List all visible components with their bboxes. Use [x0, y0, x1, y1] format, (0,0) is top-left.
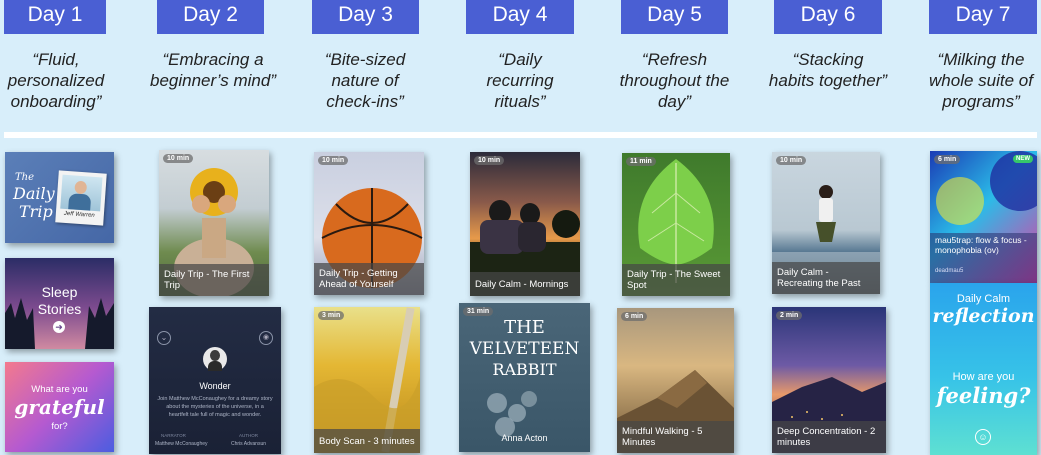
- day-6-quote: “Stacking habits together”: [768, 50, 888, 90]
- card-caption: Mindful Walking - 5 Minutes: [617, 421, 734, 453]
- deep-concentration-card[interactable]: 2 min Deep Concentration - 2 minutes: [772, 307, 886, 453]
- book-title-1: THE: [504, 317, 545, 338]
- day-2-quote: “Embracing a beginner’s mind”: [150, 50, 276, 90]
- feeling-line1: How are you: [952, 371, 1015, 383]
- duration-badge: 3 min: [318, 311, 345, 320]
- book-title-2: VELVETEEN: [469, 339, 580, 359]
- card-caption: Daily Calm - Mornings: [470, 272, 580, 296]
- wonder-title: Wonder: [199, 381, 231, 391]
- card-caption: Body Scan - 3 minutes: [314, 429, 420, 453]
- grateful-line1: What are you: [31, 384, 88, 395]
- reflection-feeling-card[interactable]: Daily Calm reflection How are you feelin…: [930, 283, 1037, 455]
- narrator-name: Matthew McConaughey: [155, 441, 208, 447]
- reflection-line2: reflection: [932, 305, 1035, 327]
- avatar: [203, 347, 227, 371]
- day-4-label: Day 4: [466, 0, 574, 34]
- card-caption: Daily Calm - Recreating the Past: [772, 262, 880, 294]
- wonder-description: Join Matthew McConaughey for a dreamy st…: [157, 396, 273, 418]
- day-header-row: Day 1 Day 2 Day 3 Day 4 Day 5 Day 6 Day …: [0, 0, 1041, 130]
- day-7-quote: “Milking the whole suite of programs”: [929, 50, 1033, 111]
- day-7-label: Day 7: [929, 0, 1037, 34]
- grateful-line2: grateful: [14, 395, 105, 419]
- daily-trip-first-trip-card[interactable]: 10 min Daily Trip - The First Trip: [159, 150, 269, 296]
- daily-trip-line1: The: [15, 172, 35, 183]
- narrator-label: NARRATOR: [161, 433, 186, 438]
- body-scan-card[interactable]: 3 min Body Scan - 3 minutes: [314, 307, 420, 453]
- divider: [4, 132, 1037, 138]
- day-1-quote: “Fluid, personalized onboarding”: [7, 50, 105, 111]
- new-badge: NEW: [1013, 155, 1033, 163]
- day-3-quote: “Bite-sized nature of check-ins”: [324, 50, 406, 111]
- book-title-3: RABBIT: [492, 360, 557, 379]
- daily-trip-signature: Jeff Warren: [63, 210, 95, 219]
- card-caption: Daily Trip - Getting Ahead of Yourself: [314, 263, 424, 295]
- author-name: Chris Advansun: [231, 441, 267, 447]
- wonder-story-card[interactable]: ⌄ ◉ Wonder Join Matthew McConaughey for …: [149, 307, 281, 454]
- chevron-down-icon[interactable]: ⌄: [157, 331, 171, 345]
- day-1-label: Day 1: [4, 0, 106, 34]
- eye-icon[interactable]: ◉: [259, 331, 273, 345]
- day-3-label: Day 3: [312, 0, 419, 34]
- daily-calm-past-card[interactable]: 10 min Daily Calm - Recreating the Past: [772, 152, 880, 294]
- play-arrow-icon[interactable]: ➜: [53, 321, 65, 333]
- sleep-title-2: Stories: [37, 301, 82, 317]
- daily-trip-card[interactable]: The Daily Trip Jeff Warren: [5, 152, 114, 243]
- duration-badge: 2 min: [776, 311, 803, 320]
- card-caption: Deep Concentration - 2 minutes: [772, 421, 886, 453]
- card-caption: Daily Trip - The First Trip: [159, 264, 269, 296]
- velveteen-rabbit-card[interactable]: 31 min THE VELVETEEN RABBIT Anna Acton: [459, 303, 590, 452]
- duration-badge: 6 min: [934, 155, 961, 164]
- grateful-line3: for?: [51, 421, 68, 432]
- duration-badge: 10 min: [318, 156, 349, 165]
- daily-calm-mornings-card[interactable]: 10 min Daily Calm - Mornings: [470, 152, 580, 296]
- daily-trip-line2: Daily: [13, 184, 55, 203]
- artist-name: deadmau5: [935, 268, 964, 274]
- mindful-walking-card[interactable]: 6 min Mindful Walking - 5 Minutes: [617, 308, 734, 453]
- duration-badge: 31 min: [463, 307, 494, 316]
- day-5-quote: “Refresh throughout the day”: [619, 50, 730, 111]
- day-2-label: Day 2: [157, 0, 264, 34]
- daily-trip-line3: Trip: [19, 202, 53, 221]
- reflection-line1: Daily Calm: [956, 293, 1011, 305]
- card-caption: Daily Trip - The Sweet Spot: [622, 264, 730, 296]
- duration-badge: 10 min: [163, 154, 194, 163]
- daily-trip-sweet-spot-card[interactable]: 11 min Daily Trip - The Sweet Spot: [622, 153, 730, 296]
- book-author: Anna Acton: [501, 433, 548, 443]
- duration-badge: 10 min: [776, 156, 807, 165]
- grateful-card[interactable]: What are you grateful for?: [5, 362, 114, 452]
- duration-badge: 6 min: [621, 312, 648, 321]
- day-4-quote: “Daily recurring rituals”: [486, 50, 554, 111]
- smiley-icon[interactable]: ☺: [975, 429, 991, 445]
- duration-badge: 10 min: [474, 156, 505, 165]
- mau5trap-card[interactable]: 6 min NEW mau5trap: flow & focus - monop…: [930, 151, 1037, 283]
- sleep-title-1: Sleep: [41, 284, 78, 300]
- day-5-label: Day 5: [621, 0, 728, 34]
- daily-trip-ahead-card[interactable]: 10 min Daily Trip - Getting Ahead of You…: [314, 152, 424, 295]
- card-caption: mau5trap: flow & focus - monophobia (ov): [935, 235, 1027, 255]
- sleep-stories-card[interactable]: Sleep Stories ➜: [5, 258, 114, 349]
- feeling-line2: feeling?: [936, 383, 1031, 408]
- polaroid-photo: Jeff Warren: [55, 170, 107, 226]
- duration-badge: 11 min: [626, 157, 656, 166]
- day-6-label: Day 6: [774, 0, 882, 34]
- author-label: AUTHOR: [239, 433, 258, 438]
